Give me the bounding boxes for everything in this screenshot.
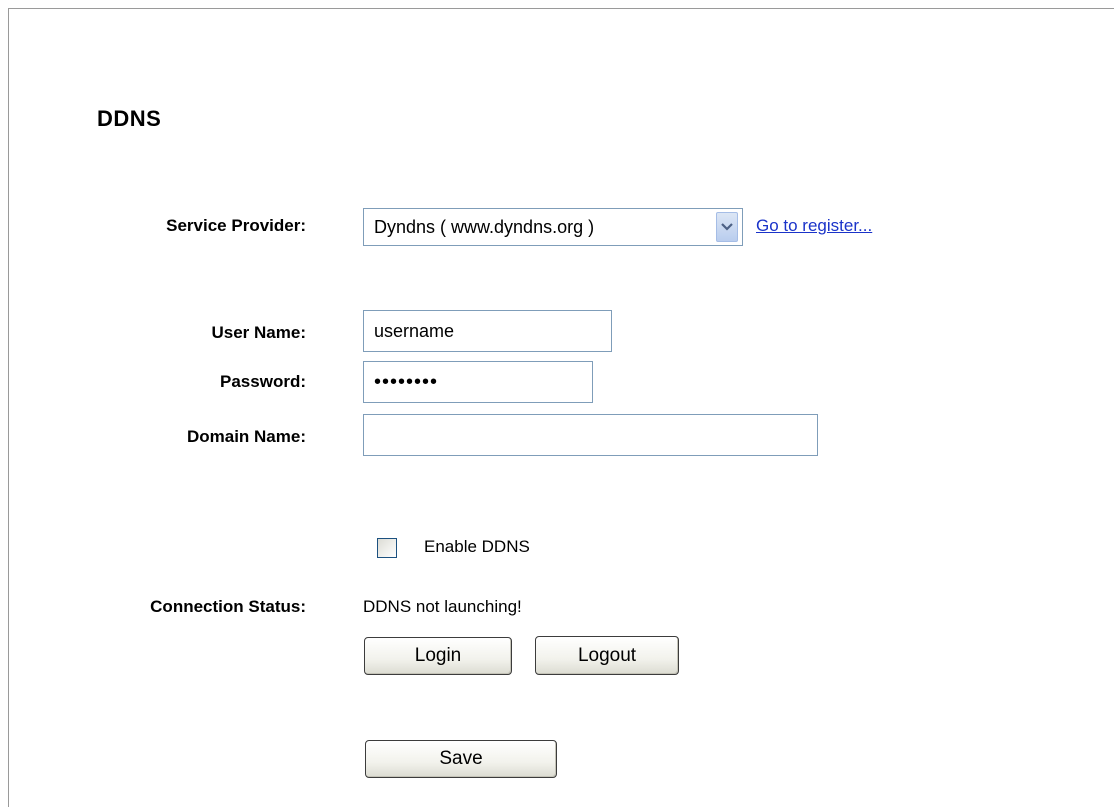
enable-ddns-checkbox[interactable]: [377, 538, 397, 558]
username-field[interactable]: username: [363, 310, 612, 352]
connection-status-value: DDNS not launching!: [363, 597, 522, 616]
service-provider-label: Service Provider:: [166, 216, 306, 235]
chevron-down-icon[interactable]: [716, 212, 738, 242]
password-field[interactable]: ••••••••: [363, 361, 593, 403]
password-label: Password:: [220, 372, 306, 391]
register-link[interactable]: Go to register...: [756, 216, 872, 236]
enable-ddns-label: Enable DDNS: [424, 537, 530, 556]
ddns-panel: [8, 8, 1114, 807]
username-label: User Name:: [211, 323, 307, 342]
logout-button[interactable]: Logout: [535, 636, 679, 675]
domain-name-label: Domain Name:: [186, 427, 306, 446]
page-title: DDNS: [97, 106, 162, 131]
connection-status-label: Connection Status:: [150, 597, 306, 616]
login-button[interactable]: Login: [364, 637, 512, 675]
service-provider-value: Dyndns ( www.dyndns.org ): [374, 216, 595, 237]
service-provider-select[interactable]: Dyndns ( www.dyndns.org ): [363, 208, 743, 246]
save-button[interactable]: Save: [365, 740, 557, 778]
domain-name-field[interactable]: [363, 414, 818, 456]
